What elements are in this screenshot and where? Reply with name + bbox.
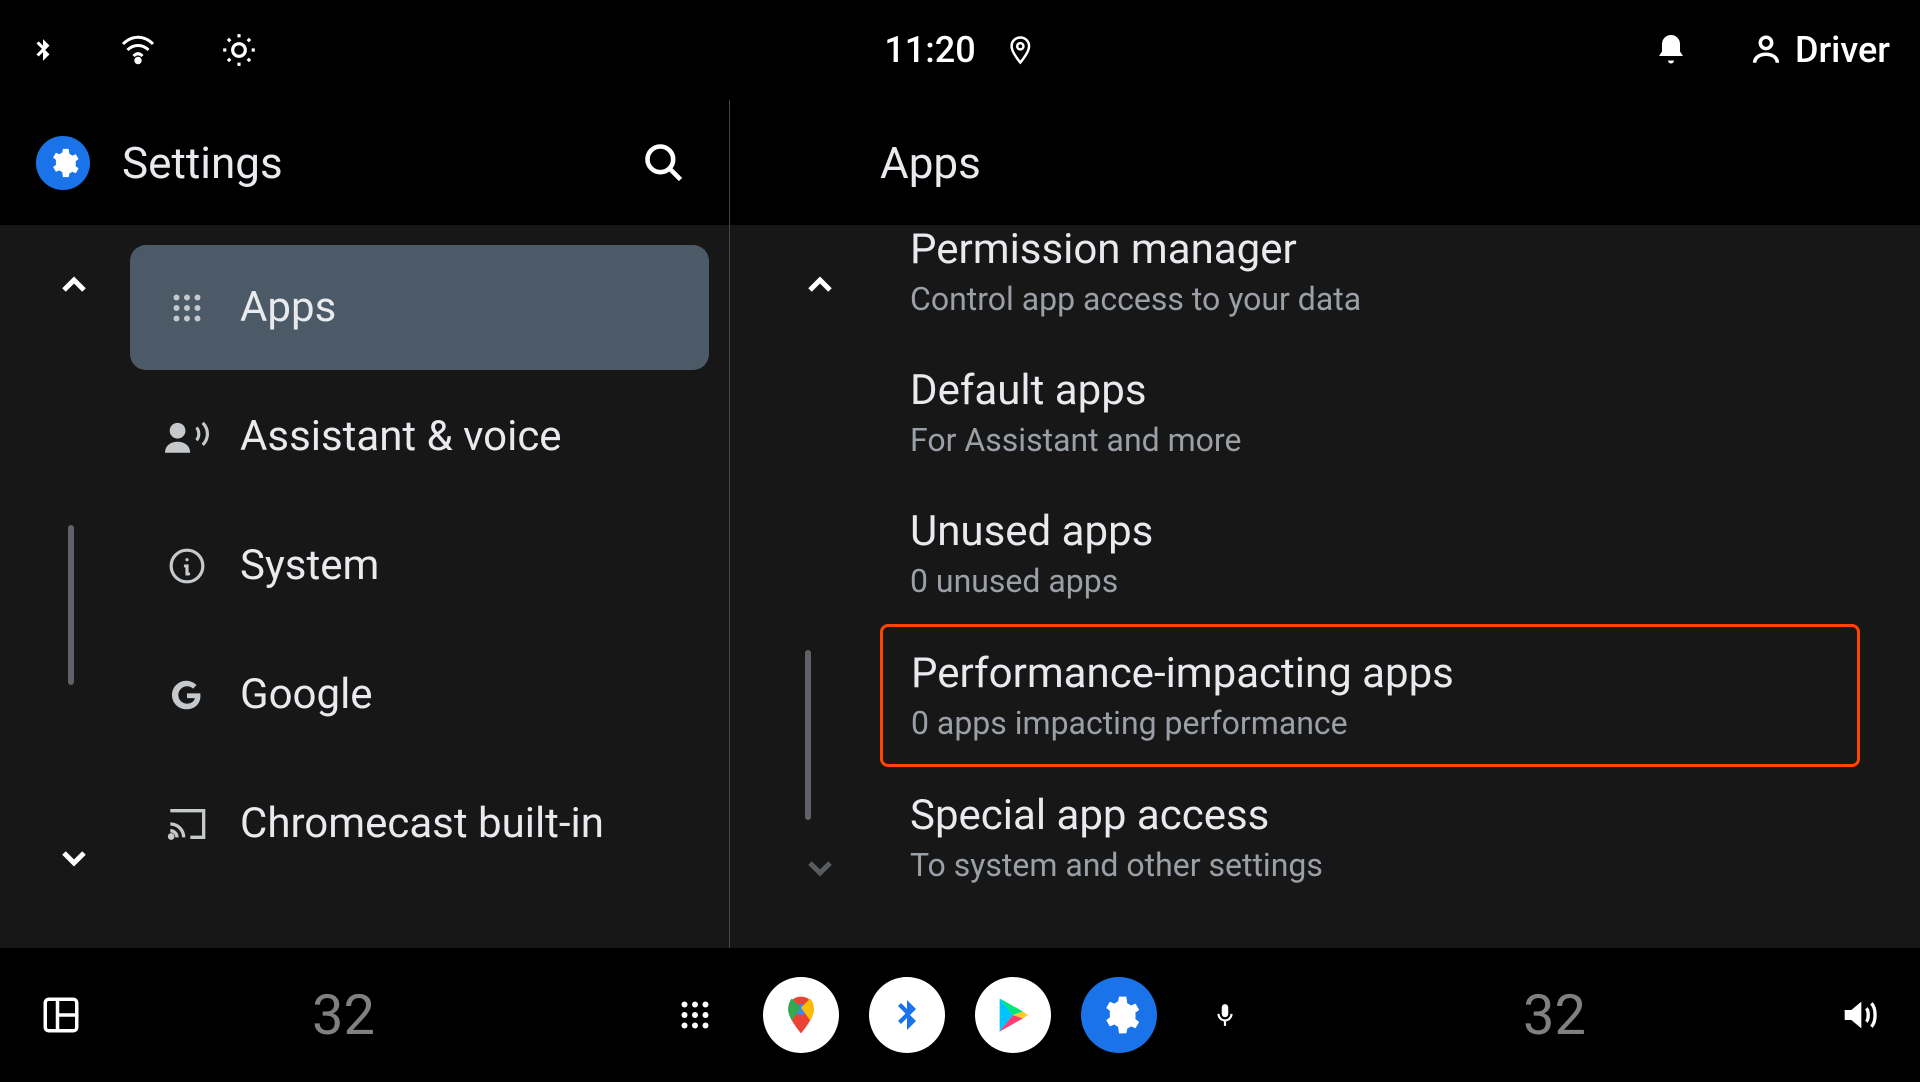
item-title: Performance-impacting apps [911,649,1829,698]
maps-app-button[interactable] [763,977,839,1053]
bottom-bar: 32 32 [0,948,1920,1082]
left-body: Apps Assistant & voice System [0,225,729,948]
item-title: Unused apps [910,507,1830,556]
item-subtitle: 0 apps impacting performance [911,704,1829,742]
sidebar-label: Chromecast built-in [240,799,604,848]
item-subtitle: Control app access to your data [910,280,1830,318]
item-title: Special app access [910,791,1830,840]
apps-detail-list: Permission manager Control app access to… [880,225,1920,948]
left-scroll-indicator [68,525,74,685]
right-header: Apps [730,100,1920,225]
sidebar-label: Apps [240,283,336,332]
item-subtitle: For Assistant and more [910,421,1830,459]
item-special-app-access[interactable]: Special app access To system and other s… [880,767,1860,908]
sidebar-item-assistant[interactable]: Assistant & voice [130,374,709,499]
dashboard-icon[interactable] [40,994,82,1036]
sidebar-label: Assistant & voice [240,412,562,461]
cast-icon [160,807,214,841]
brightness-icon [220,31,258,69]
item-performance-impacting-apps[interactable]: Performance-impacting apps 0 apps impact… [880,624,1860,767]
search-button[interactable] [639,138,689,188]
wifi-icon [116,32,160,68]
google-icon [160,676,214,714]
grid-icon [677,997,713,1033]
right-scroll-indicator [805,650,811,820]
maps-icon [779,993,823,1037]
right-body: Permission manager Control app access to… [730,225,1920,948]
temp-left[interactable]: 32 [312,982,375,1048]
status-center: 11:20 [884,29,1035,71]
bottom-right: 32 [1523,982,1880,1048]
scroll-down-button[interactable] [44,828,104,888]
item-title: Permission manager [910,225,1830,274]
notification-bell-icon[interactable] [1653,30,1689,70]
sidebar-item-google[interactable]: Google [130,632,709,757]
chevron-down-icon [54,838,94,878]
item-unused-apps[interactable]: Unused apps 0 unused apps [880,483,1860,624]
status-left [30,30,258,70]
item-title: Default apps [910,366,1830,415]
temp-right[interactable]: 32 [1523,982,1586,1048]
bluetooth-icon [889,993,925,1037]
detail-title: Apps [880,137,981,189]
app-launcher-button[interactable] [657,977,733,1053]
volume-button[interactable] [1836,995,1880,1035]
right-nav-column [730,225,880,948]
settings-category-list: Apps Assistant & voice System [130,225,729,948]
chevron-up-icon [54,265,94,305]
bottom-center [657,977,1263,1053]
item-default-apps[interactable]: Default apps For Assistant and more [880,342,1860,483]
play-icon [993,993,1033,1037]
play-store-button[interactable] [975,977,1051,1053]
left-nav-column [0,225,130,948]
status-right: Driver [1653,29,1890,71]
chevron-down-icon [800,848,840,888]
apps-grid-icon [160,290,214,326]
settings-title: Settings [122,137,639,189]
sidebar-item-apps[interactable]: Apps [130,245,709,370]
right-pane: Apps Permission manager Control app acce… [730,100,1920,948]
status-bar: 11:20 Driver [0,0,1920,100]
bluetooth-app-button[interactable] [869,977,945,1053]
left-pane: Settings Apps [0,100,730,948]
user-name: Driver [1795,29,1890,71]
chevron-up-icon [800,265,840,305]
bottom-left: 32 [40,982,375,1048]
scroll-down-button[interactable] [790,838,850,898]
item-subtitle: 0 unused apps [910,562,1830,600]
person-icon [1749,33,1783,67]
sidebar-label: Google [240,670,373,719]
settings-app-icon [36,136,90,190]
item-permission-manager[interactable]: Permission manager Control app access to… [880,225,1860,342]
left-header: Settings [0,100,729,225]
item-subtitle: To system and other settings [910,846,1830,884]
voice-assistant-button[interactable] [1187,977,1263,1053]
assistant-voice-icon [160,419,214,455]
main-area: Settings Apps [0,100,1920,948]
scroll-up-button[interactable] [44,255,104,315]
scroll-up-button[interactable] [790,255,850,315]
user-profile[interactable]: Driver [1749,29,1890,71]
settings-app-button[interactable] [1081,977,1157,1053]
sidebar-label: System [240,541,379,590]
microphone-icon [1212,995,1238,1035]
search-icon [642,141,686,185]
bluetooth-icon [30,30,56,70]
sidebar-item-chromecast[interactable]: Chromecast built-in [130,761,709,886]
clock-time: 11:20 [884,29,975,71]
gear-icon [1097,993,1141,1037]
location-icon [1006,31,1036,69]
info-icon [160,547,214,585]
sidebar-item-system[interactable]: System [130,503,709,628]
speaker-icon [1836,995,1880,1035]
